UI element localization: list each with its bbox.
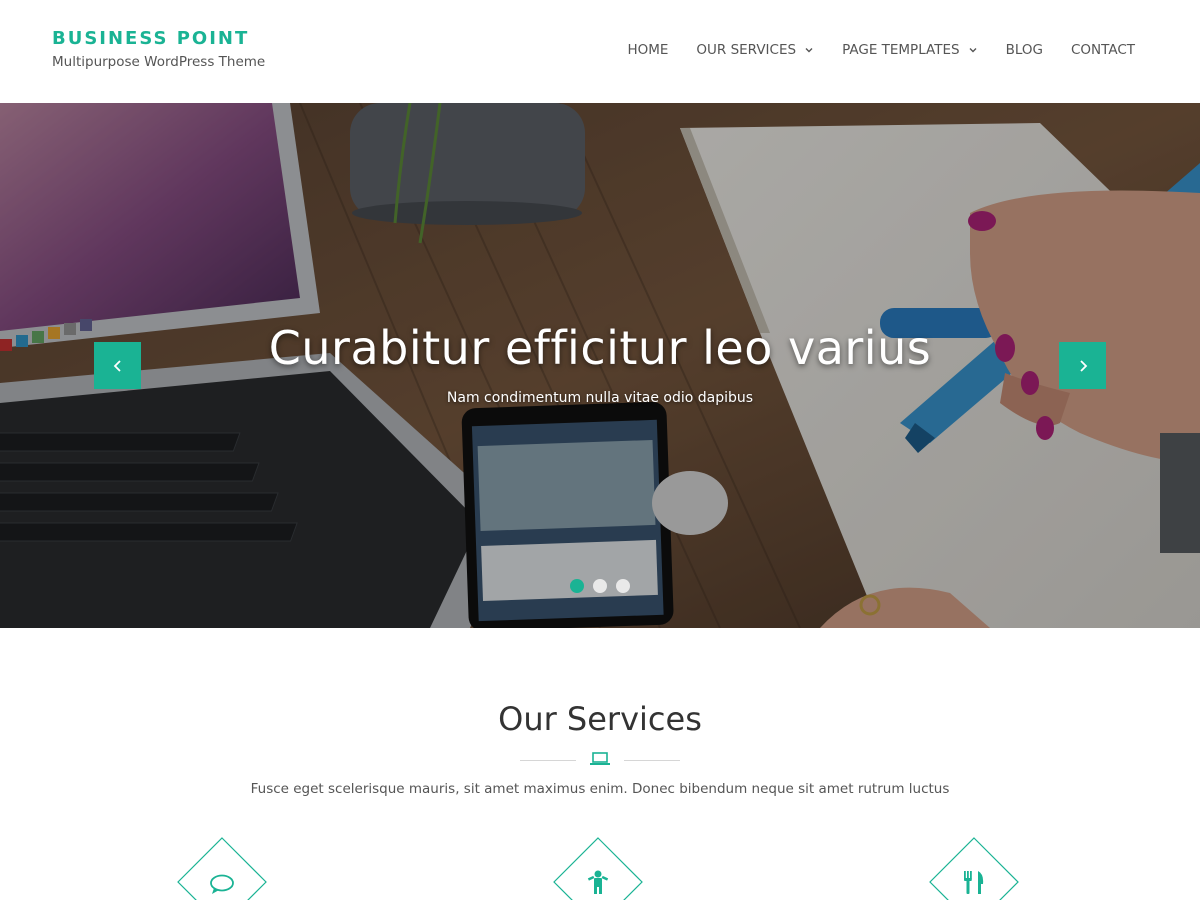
chevron-left-icon bbox=[113, 359, 121, 372]
chat-bubble-icon bbox=[210, 874, 234, 894]
laptop-icon bbox=[590, 752, 610, 765]
slider-dot-1[interactable] bbox=[570, 579, 584, 593]
child-icon bbox=[587, 870, 609, 894]
slider-dot-2[interactable] bbox=[593, 579, 607, 593]
hero-slider: Curabitur efficitur leo varius Nam condi… bbox=[0, 103, 1200, 628]
service-item-1-icon[interactable] bbox=[176, 836, 268, 900]
site-title[interactable]: BUSINESS POINT bbox=[52, 28, 265, 50]
nav-blog[interactable]: BLOG bbox=[1006, 42, 1043, 58]
site-tagline: Multipurpose WordPress Theme bbox=[52, 54, 266, 70]
slider-prev-button[interactable] bbox=[94, 342, 141, 389]
nav-our-services-label: OUR SERVICES bbox=[696, 42, 797, 58]
nav-home-label: HOME bbox=[627, 42, 669, 58]
services-heading: Our Services bbox=[498, 700, 702, 738]
nav-our-services[interactable]: OUR SERVICES bbox=[696, 42, 814, 58]
chevron-down-icon bbox=[805, 48, 813, 53]
services-divider bbox=[520, 750, 680, 770]
nav-page-templates[interactable]: PAGE TEMPLATES bbox=[842, 42, 978, 58]
slider-pagination bbox=[570, 579, 639, 593]
nav-contact-label: CONTACT bbox=[1070, 42, 1135, 58]
hero-subtitle: Nam condimentum nulla vitae odio dapibus bbox=[446, 390, 754, 406]
main-nav: HOME OUR SERVICES PAGE TEMPLATES BLOG CO… bbox=[627, 42, 1135, 58]
nav-contact[interactable]: CONTACT bbox=[1071, 42, 1135, 58]
nav-blog-label: BLOG bbox=[1005, 42, 1043, 58]
branding: BUSINESS POINT Multipurpose WordPress Th… bbox=[52, 28, 265, 70]
slider-next-button[interactable] bbox=[1059, 342, 1106, 389]
service-item-3-icon[interactable] bbox=[928, 836, 1020, 900]
services-description: Fusce eget scelerisque mauris, sit amet … bbox=[250, 781, 950, 797]
hero-title: Curabitur efficitur leo varius bbox=[268, 321, 932, 375]
divider-line-left bbox=[520, 760, 576, 761]
site-header: BUSINESS POINT Multipurpose WordPress Th… bbox=[0, 0, 1200, 103]
cutlery-icon bbox=[964, 871, 984, 894]
chevron-down-icon bbox=[969, 48, 977, 53]
slider-dot-3[interactable] bbox=[616, 579, 630, 593]
nav-home[interactable]: HOME bbox=[627, 42, 668, 58]
service-item-2-icon[interactable] bbox=[552, 836, 644, 900]
divider-line-right bbox=[624, 760, 680, 761]
chevron-right-icon bbox=[1079, 359, 1087, 372]
nav-page-templates-label: PAGE TEMPLATES bbox=[842, 42, 960, 58]
